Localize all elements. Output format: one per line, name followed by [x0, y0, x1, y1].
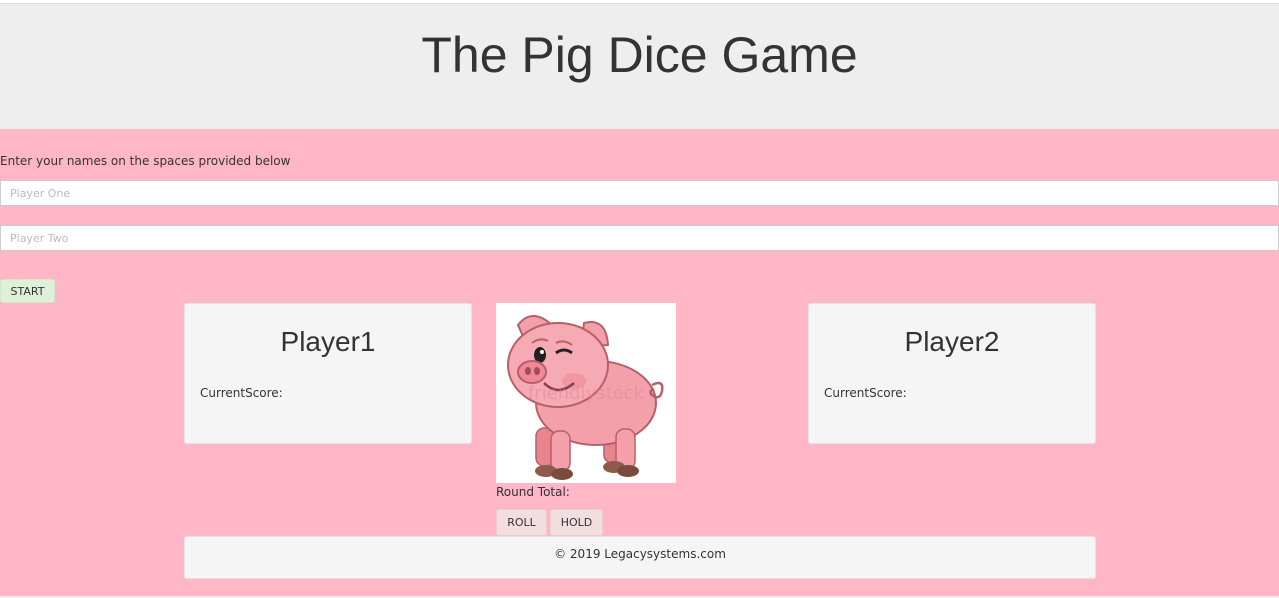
player-one-panel: Player1 CurrentScore: [184, 303, 472, 444]
header: The Pig Dice Game [0, 4, 1279, 129]
svg-text:friendlystock: friendlystock [528, 383, 645, 404]
player-two-name: Player2 [904, 326, 1000, 357]
player-two-input[interactable] [0, 225, 1279, 251]
player-two-score-label: CurrentScore: [824, 386, 907, 400]
hold-button[interactable]: HOLD [550, 509, 603, 536]
player-one-input[interactable] [0, 180, 1279, 206]
page: The Pig Dice Game Enter your names on th… [0, 0, 1279, 598]
roll-button[interactable]: ROLL [496, 509, 547, 536]
player-one-name: Player1 [280, 326, 376, 357]
page-title: The Pig Dice Game [421, 27, 858, 83]
pig-image: friendlystock [496, 303, 676, 483]
player-two-panel: Player2 CurrentScore: [808, 303, 1096, 444]
instructions-text: Enter your names on the spaces provided … [0, 154, 291, 168]
copyright-text: © 2019 Legacysystems.com [554, 547, 726, 561]
pig-icon: friendlystock [496, 303, 676, 483]
footer: © 2019 Legacysystems.com [184, 536, 1096, 579]
start-button[interactable]: START [0, 279, 55, 303]
player-one-score-label: CurrentScore: [200, 386, 283, 400]
round-total-label: Round Total: [496, 485, 570, 499]
